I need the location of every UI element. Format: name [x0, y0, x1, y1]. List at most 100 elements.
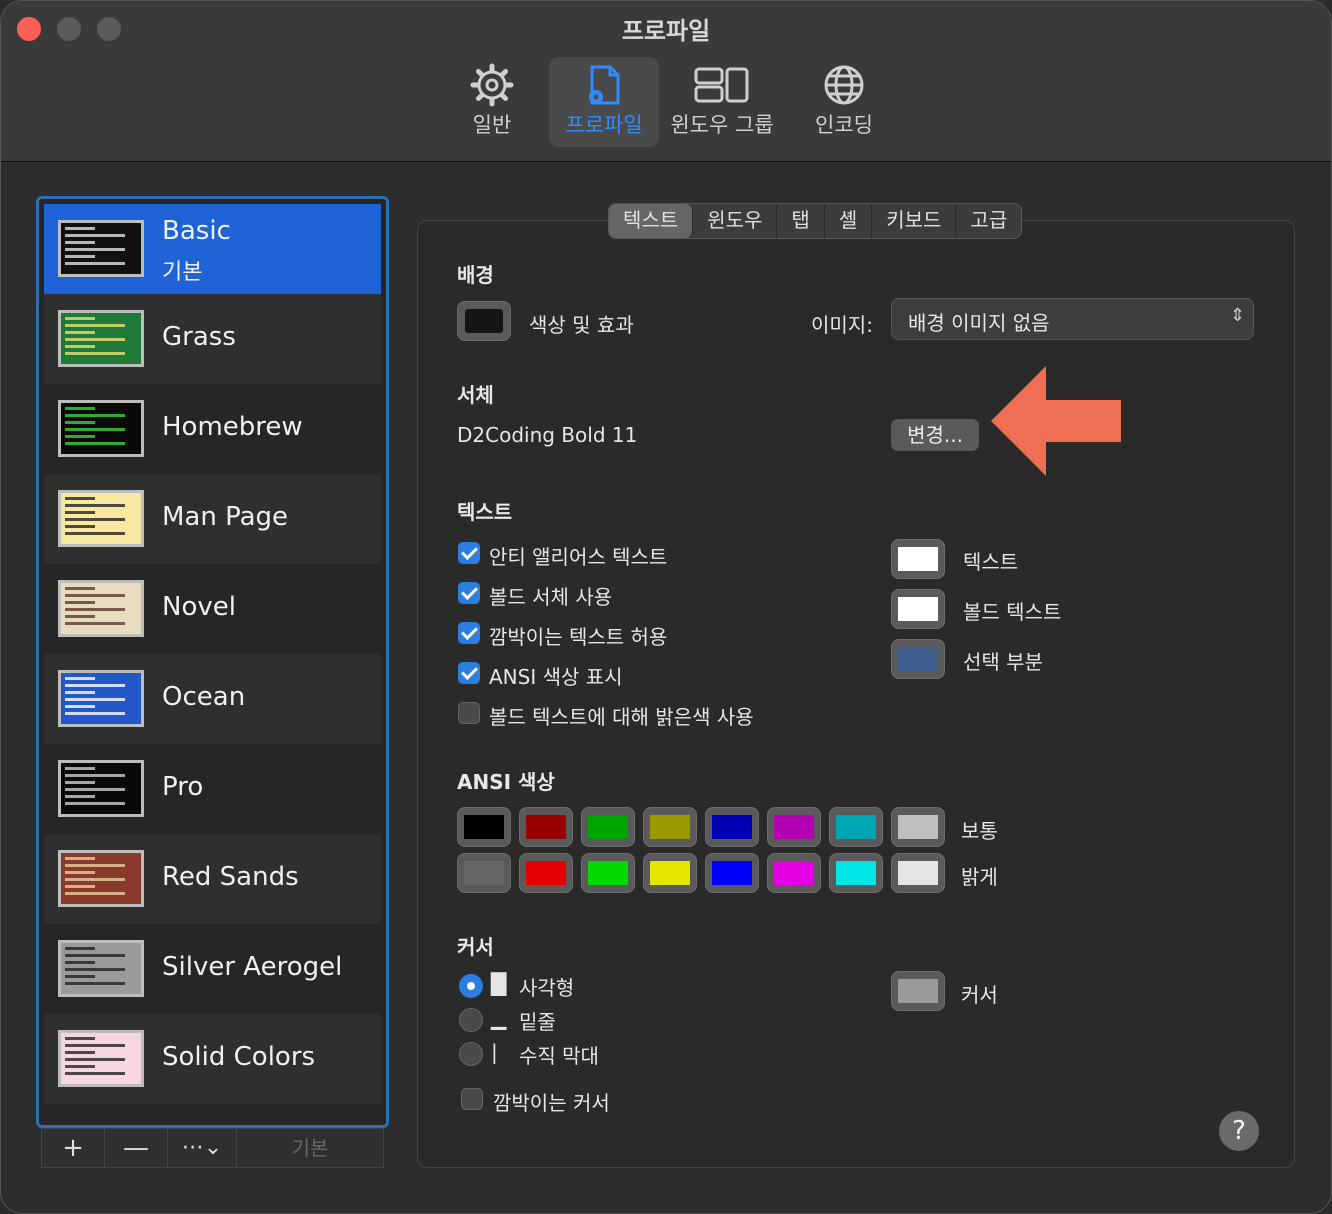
toolbar-item-general[interactable]: 일반	[437, 57, 547, 147]
thumbnail-line	[65, 587, 95, 590]
tab-text[interactable]: 텍스트	[609, 204, 694, 238]
profile-row[interactable]: Homebrew	[44, 384, 381, 474]
ansi-swatch	[464, 815, 504, 839]
profile-row[interactable]: Man Page	[44, 474, 381, 564]
cursor-heading: 커서	[457, 935, 494, 959]
cursor-style-radio[interactable]	[459, 1042, 483, 1066]
profile-thumbnail	[58, 760, 144, 817]
ansi-bright-color-6[interactable]	[829, 853, 883, 893]
ansi-normal-color-3[interactable]	[643, 807, 697, 847]
ansi-normal-color-7[interactable]	[891, 807, 945, 847]
ansi-swatch	[464, 861, 504, 885]
ansi-bright-color-2[interactable]	[581, 853, 635, 893]
text-option-label: 깜박이는 텍스트 허용	[489, 625, 668, 649]
profile-row[interactable]: Silver Aerogel	[44, 924, 381, 1014]
profile-row[interactable]: Basic 기본	[44, 204, 381, 294]
toolbar-item-window-groups[interactable]: 윈도우 그룹	[667, 57, 777, 147]
text-color-well[interactable]	[891, 589, 945, 629]
cursor-style-label: 수직 막대	[519, 1044, 599, 1068]
background-color-well[interactable]	[457, 301, 511, 341]
thumbnail-line	[65, 442, 125, 445]
tab-shell[interactable]: 셸	[825, 204, 873, 238]
cursor-color-well[interactable]	[891, 971, 945, 1011]
text-option-checkbox[interactable]	[458, 582, 480, 604]
ansi-bright-color-0[interactable]	[457, 853, 511, 893]
profile-name: Grass	[162, 322, 236, 352]
thumbnail-line	[65, 677, 95, 680]
ansi-normal-color-0[interactable]	[457, 807, 511, 847]
window-title: 프로파일	[621, 17, 711, 45]
ansi-bright-color-5[interactable]	[767, 853, 821, 893]
profile-row[interactable]: Novel	[44, 564, 381, 654]
profile-row[interactable]: Ocean	[44, 654, 381, 744]
ansi-bright-color-1[interactable]	[519, 853, 573, 893]
blink-cursor-checkbox[interactable]	[461, 1088, 483, 1110]
ansi-bright-color-4[interactable]	[705, 853, 759, 893]
text-color-well[interactable]	[891, 639, 945, 679]
profile-row[interactable]: Solid Colors	[44, 1014, 381, 1104]
ansi-heading: ANSI 색상	[457, 770, 555, 794]
tab-window[interactable]: 윈도우	[693, 204, 778, 238]
profile-row[interactable]: Pro	[44, 744, 381, 834]
ansi-normal-color-6[interactable]	[829, 807, 883, 847]
toolbar-label-profiles: 프로파일	[565, 113, 643, 137]
thumbnail-line	[65, 788, 125, 791]
profile-row[interactable]: Red Sands	[44, 834, 381, 924]
thumbnail-line	[65, 608, 125, 611]
profile-list[interactable]: Basic 기본 Grass Homebrew Man Page Novel Ocean Pr…	[36, 196, 389, 1128]
toolbar-item-encodings[interactable]: 인코딩	[789, 57, 899, 147]
tab-tab[interactable]: 탭	[777, 204, 825, 238]
profile-thumbnail	[58, 850, 144, 907]
ansi-normal-color-5[interactable]	[767, 807, 821, 847]
thumbnail-line	[65, 601, 95, 604]
thumbnail-line	[65, 1058, 125, 1061]
help-button[interactable]: ?	[1219, 1111, 1259, 1151]
thumbnail-line	[65, 615, 95, 618]
thumbnail-line	[65, 234, 125, 237]
thumbnail-line	[65, 532, 125, 535]
text-option-checkbox[interactable]	[458, 542, 480, 564]
thumbnail-line	[65, 1037, 95, 1040]
background-image-select[interactable]: 배경 이미지 없음 ⇕	[891, 298, 1254, 340]
profile-thumbnail	[58, 400, 144, 457]
add-profile-button[interactable]: +	[42, 1129, 105, 1167]
profile-default-label: 기본	[162, 260, 203, 285]
cursor-style-radio[interactable]	[459, 1008, 483, 1032]
profile-document-icon	[589, 65, 620, 105]
text-option-checkbox[interactable]	[458, 662, 480, 684]
color-effects-label: 색상 및 효과	[529, 313, 634, 337]
profile-name: Basic	[162, 216, 231, 246]
profile-row[interactable]: Grass	[44, 294, 381, 384]
tab-advanced[interactable]: 고급	[956, 204, 1021, 238]
remove-profile-button[interactable]: —	[105, 1129, 168, 1167]
thumbnail-line	[65, 982, 125, 985]
thumbnail-line	[65, 518, 125, 521]
gear-icon	[470, 63, 514, 107]
ansi-bright-color-7[interactable]	[891, 853, 945, 893]
profile-name: Silver Aerogel	[162, 952, 343, 982]
thumbnail-line	[65, 802, 125, 805]
ansi-normal-color-1[interactable]	[519, 807, 573, 847]
ansi-swatch	[898, 815, 938, 839]
profile-name: Red Sands	[162, 862, 299, 892]
cursor-style-radio[interactable]	[459, 974, 483, 998]
text-color-well[interactable]	[891, 539, 945, 579]
ansi-normal-color-2[interactable]	[581, 807, 635, 847]
thumbnail-line	[65, 947, 95, 950]
tab-keyboard[interactable]: 키보드	[872, 204, 957, 238]
cursor-glyph: ▁	[491, 1006, 507, 1030]
more-actions-button[interactable]: ⋯⌄	[168, 1129, 237, 1167]
text-color-label: 볼드 텍스트	[963, 600, 1062, 624]
toolbar-item-profiles[interactable]: 프로파일	[549, 57, 659, 147]
text-option-checkbox[interactable]	[458, 622, 480, 644]
ansi-normal-color-4[interactable]	[705, 807, 759, 847]
profile-thumbnail	[58, 670, 144, 727]
ansi-normal-label: 보통	[961, 819, 998, 843]
change-font-button[interactable]: 변경...	[891, 419, 979, 451]
profile-name: Pro	[162, 772, 204, 802]
profile-thumbnail	[58, 940, 144, 997]
text-option-checkbox[interactable]	[458, 702, 480, 724]
ansi-bright-color-3[interactable]	[643, 853, 697, 893]
thumbnail-line	[65, 795, 95, 798]
set-default-button[interactable]: 기본	[237, 1129, 383, 1167]
